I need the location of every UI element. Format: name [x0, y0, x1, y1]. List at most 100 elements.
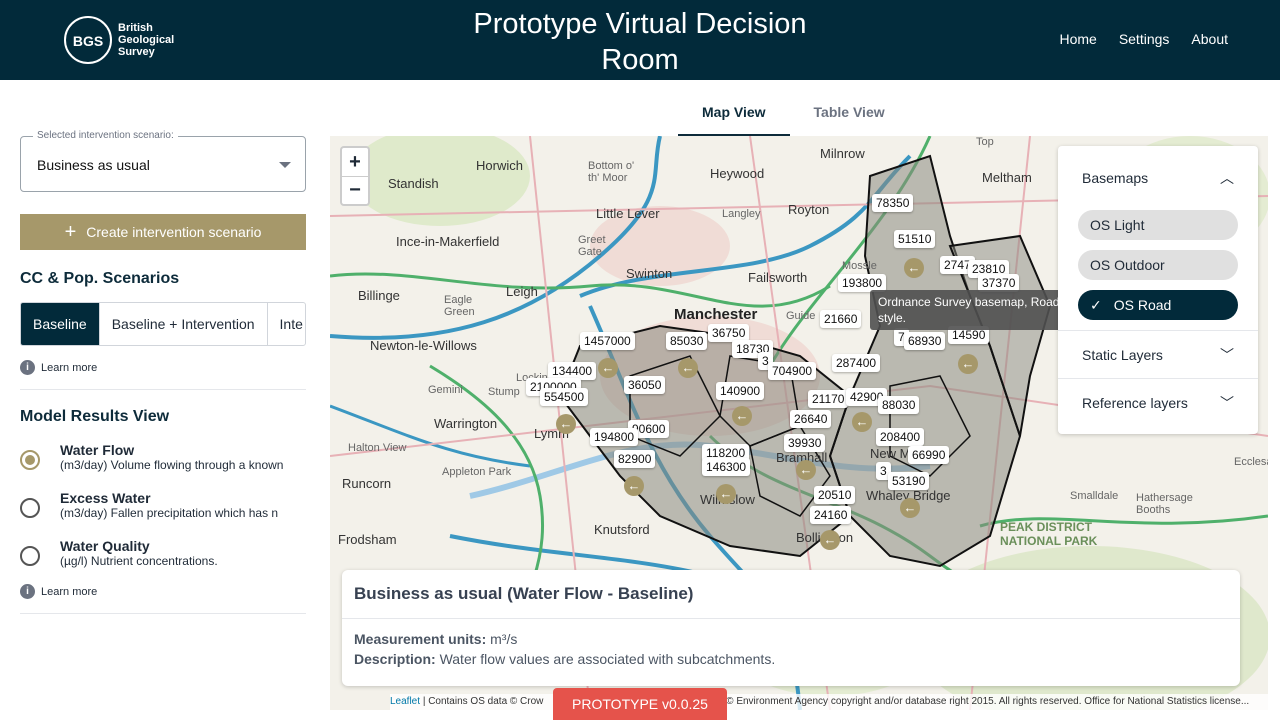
basemap-os-outdoor[interactable]: OS Outdoor	[1078, 250, 1238, 280]
flow-arrow-icon[interactable]: ←	[716, 484, 736, 504]
map-place: Swinton	[626, 266, 673, 281]
zoom-in-button[interactable]: +	[342, 148, 368, 176]
flow-label[interactable]: 21170	[808, 390, 849, 408]
flow-arrow-icon[interactable]: ←	[796, 460, 816, 480]
map-place: Knutsford	[594, 522, 650, 537]
zoom-control: + −	[340, 146, 370, 206]
flow-label[interactable]: 78350	[872, 194, 914, 212]
flow-arrow-icon[interactable]: ←	[598, 358, 618, 378]
flow-arrow-icon[interactable]: ←	[556, 414, 576, 434]
radio-water-quality[interactable]	[20, 546, 40, 566]
learn-more-cc[interactable]: i Learn more	[20, 360, 306, 375]
tab-map-view[interactable]: Map View	[678, 96, 790, 136]
radio-excess-water[interactable]	[20, 498, 40, 518]
map-place: Greet Gate	[578, 234, 606, 258]
flow-label[interactable]: 51510	[894, 230, 936, 248]
map-place: Stump	[488, 386, 520, 398]
model-results-title: Model Results View	[20, 408, 170, 425]
basemap-os-light[interactable]: OS Light	[1078, 210, 1238, 240]
cc-option-baseline[interactable]: Baseline	[21, 303, 100, 345]
flow-label[interactable]: 146300	[702, 458, 751, 476]
flow-label[interactable]: 66990	[908, 446, 950, 464]
results-title: Business as usual (Water Flow - Baseline…	[342, 570, 1240, 619]
dropdown-caret-icon	[279, 162, 291, 168]
cc-option-baseline-intervention[interactable]: Baseline + Intervention	[100, 303, 268, 345]
flow-label[interactable]: 704900	[768, 362, 817, 380]
map-place: Smalldale	[1070, 490, 1119, 502]
flow-label[interactable]: 36050	[624, 376, 666, 394]
cc-option-intervention[interactable]: Inte	[268, 303, 305, 345]
flow-label[interactable]: 53190	[888, 472, 930, 490]
flow-arrow-icon[interactable]: ←	[958, 354, 978, 374]
basemap-tooltip: Ordnance Survey basemap, Road style.	[870, 290, 1070, 330]
learn-more-label: Learn more	[41, 585, 98, 598]
flow-arrow-icon[interactable]: ←	[820, 530, 840, 550]
model-option-water-flow[interactable]: Water Flow (m3/day) Volume flowing throu…	[20, 442, 306, 476]
flow-label[interactable]: 68930	[904, 332, 946, 350]
radio-water-flow[interactable]	[20, 450, 40, 470]
create-intervention-button[interactable]: + Create intervention scenario	[20, 214, 306, 250]
basemap-os-road-label: OS Road	[1113, 297, 1172, 313]
flow-label[interactable]: 88030	[878, 396, 920, 414]
flow-label[interactable]: 287400	[832, 354, 881, 372]
flow-label[interactable]: 20510	[814, 486, 856, 504]
flow-label[interactable]: 140900	[716, 382, 765, 400]
flow-label[interactable]: 24160	[810, 506, 852, 524]
tab-table-view[interactable]: Table View	[790, 96, 909, 136]
flow-arrow-icon[interactable]: ←	[624, 476, 644, 496]
results-info-box: Business as usual (Water Flow - Baseline…	[342, 570, 1240, 686]
flow-arrow-icon[interactable]: ←	[900, 498, 920, 518]
measurement-units: Measurement units: m³/s	[354, 631, 518, 647]
map-place: Hathersage Booths	[1136, 492, 1193, 516]
flow-label[interactable]: 21660	[820, 310, 862, 328]
flow-label[interactable]: 194800	[590, 428, 639, 446]
nav-about[interactable]: About	[1191, 31, 1228, 47]
leaflet-link[interactable]: Leaflet	[390, 696, 420, 707]
flow-label[interactable]: 26640	[790, 410, 832, 428]
scenario-select-value: Business as usual	[37, 157, 150, 173]
model-option-water-quality[interactable]: Water Quality (µg/l) Nutrient concentrat…	[20, 538, 306, 572]
plus-icon: +	[64, 221, 77, 243]
basemap-os-road[interactable]: ✓ OS Road	[1078, 290, 1238, 320]
map-place: Top	[976, 136, 994, 148]
divider	[20, 613, 306, 614]
scenario-select[interactable]: Selected intervention scenario: Business…	[20, 130, 306, 192]
map-place: Ince-in-Makerfield	[396, 234, 500, 249]
static-layers-accordion[interactable]: Static Layers ﹀	[1058, 330, 1258, 378]
flow-arrow-icon[interactable]: ←	[904, 258, 924, 278]
results-description: Description: Water flow values are assoc…	[354, 651, 776, 667]
flow-label[interactable]: 82900	[614, 450, 656, 468]
flow-arrow-icon[interactable]: ←	[852, 412, 872, 432]
water-flow-label: Water Flow	[60, 442, 135, 458]
map-place: Manchester	[674, 306, 758, 323]
learn-more-model[interactable]: i Learn more	[20, 584, 306, 599]
map-place: Runcorn	[342, 476, 392, 491]
map-place: Billinge	[358, 288, 400, 303]
flow-label[interactable]: 39930	[784, 434, 826, 452]
flow-arrow-icon[interactable]: ←	[732, 406, 752, 426]
excess-water-label: Excess Water	[60, 490, 151, 506]
basemaps-header[interactable]: Basemaps ︿	[1058, 146, 1258, 210]
map-place: Royton	[788, 202, 830, 217]
map-place: Appleton Park	[442, 466, 512, 478]
map-view[interactable]: Horwich Bottom o' th' Moor Heywood Milnr…	[330, 136, 1268, 710]
top-nav: Home Settings About	[1059, 31, 1228, 47]
map-place: Gemini	[428, 384, 463, 396]
flow-arrow-icon[interactable]: ←	[678, 358, 698, 378]
layer-panel: Basemaps ︿ OS Light OS Outdoor ✓ OS Road…	[1058, 146, 1258, 434]
water-quality-desc: (µg/l) Nutrient concentrations.	[60, 554, 218, 568]
reference-layers-label: Reference layers	[1082, 394, 1188, 411]
zoom-out-button[interactable]: −	[342, 176, 368, 204]
divider	[20, 389, 306, 390]
bgs-logo[interactable]: BGS British Geological Survey	[64, 16, 174, 64]
flow-label[interactable]: 1457000	[580, 332, 635, 350]
model-option-excess-water[interactable]: Excess Water (m3/day) Fallen precipitati…	[20, 490, 306, 524]
map-place: Meltham	[982, 170, 1032, 185]
nav-settings[interactable]: Settings	[1119, 31, 1170, 47]
park-label: PEAK DISTRICT NATIONAL PARK	[1000, 520, 1098, 548]
flow-label[interactable]: 208400	[876, 428, 925, 446]
flow-label[interactable]: 85030	[666, 332, 708, 350]
flow-label[interactable]: 554500	[540, 388, 589, 406]
nav-home[interactable]: Home	[1059, 31, 1096, 47]
reference-layers-accordion[interactable]: Reference layers ﹀	[1058, 378, 1258, 426]
